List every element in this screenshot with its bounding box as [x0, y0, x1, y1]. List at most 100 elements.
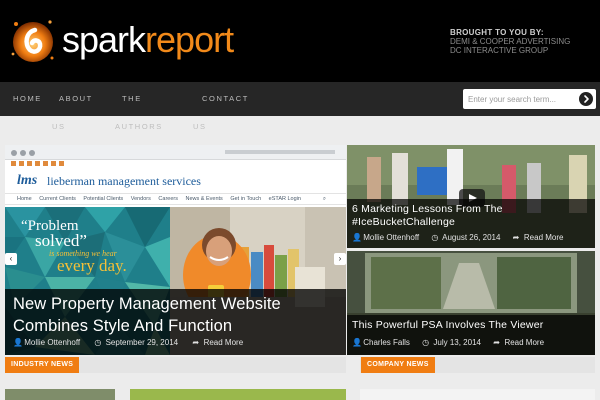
read-more-link[interactable]: ➦ Read More [192, 338, 243, 347]
side-post-1-date: August 26, 2014 [442, 233, 501, 242]
clock-icon: ◷ [431, 233, 439, 242]
site-header: sparkreport BROUGHT TO YOU BY: DEMI & CO… [0, 0, 600, 82]
featured-author: Mollie Ottenhoff [24, 338, 81, 347]
search-submit-button[interactable] [579, 92, 593, 106]
screenshot-menu-item: Potential Clients [83, 196, 124, 202]
author-meta[interactable]: 👤 Charles Falls [352, 338, 410, 347]
social-icon [11, 161, 16, 166]
nav-contact-label-1: CONTACT [202, 94, 249, 103]
chevron-right-icon [584, 95, 589, 103]
date-meta: ◷ September 29, 2014 [94, 338, 178, 347]
side-post-1-title-line-2: #IceBucketChallenge [352, 216, 456, 228]
nav-item-the-authors[interactable]: THE AUTHORS [115, 94, 182, 131]
screenshot-menu-item: Home [17, 196, 32, 202]
nav-item-home[interactable]: HOME [13, 94, 42, 103]
social-icon [43, 161, 48, 166]
screenshot-menu-item: Vendors [130, 196, 151, 202]
hero-quote-line-4: every day. [57, 256, 127, 275]
featured-read-more: Read More [203, 338, 244, 347]
side-post-1-title-line-1: 6 Marketing Lessons From The [352, 203, 503, 215]
sponsor-heading: BROUGHT TO YOU BY: [450, 28, 544, 37]
featured-title-line-1: New Property Management Website [13, 295, 281, 313]
clock-icon: ◷ [422, 338, 430, 347]
nav-about-label-2: US [52, 122, 66, 131]
screenshot-menu-item: Careers [158, 196, 178, 202]
search-box [463, 89, 596, 109]
logo-spark-text: spark [62, 19, 146, 60]
site-logo-wordmark[interactable]: sparkreport [62, 19, 234, 60]
screenshot-menu-item: News & Events [185, 196, 223, 202]
user-icon: 👤 [13, 338, 23, 347]
featured-title-link[interactable]: New Property Management Website Combines… [13, 293, 338, 337]
featured-meta: 👤 Mollie Ottenhoff ◷ September 29, 2014 … [13, 338, 243, 348]
industry-news-thumbnail[interactable] [5, 389, 115, 400]
logo-report-text: report [145, 19, 234, 60]
screenshot-top-bar [5, 145, 346, 160]
side-post-1[interactable]: 6 Marketing Lessons From The #IceBucketC… [347, 145, 595, 248]
author-meta[interactable]: 👤 Mollie Ottenhoff [352, 233, 419, 242]
author-meta[interactable]: 👤 Mollie Ottenhoff [13, 338, 80, 347]
date-meta: ◷ July 13, 2014 [422, 338, 481, 347]
side-post-2-date: July 13, 2014 [433, 338, 481, 347]
side-post-1-meta: 👤 Mollie Ottenhoff ◷ August 26, 2014 ➦ R… [352, 233, 563, 243]
read-more-link[interactable]: ➦ Read More [513, 233, 564, 242]
company-news-thumbnail[interactable] [360, 389, 595, 400]
search-icon: ⌕ [322, 196, 326, 202]
social-icons-row [11, 161, 81, 167]
side-post-2-author: Charles Falls [363, 338, 410, 347]
read-more-link[interactable]: ➦ Read More [493, 338, 544, 347]
share-arrow-icon: ➦ [192, 338, 200, 347]
nav-home-label: HOME [13, 94, 42, 103]
featured-date: September 29, 2014 [105, 338, 179, 347]
side-post-1-author: Mollie Ottenhoff [363, 233, 420, 242]
nav-authors-label-2: AUTHORS [115, 122, 163, 131]
social-icon [51, 161, 56, 166]
screenshot-menu-item: eSTAR Login [268, 196, 301, 202]
window-dot-icon [11, 150, 17, 156]
user-icon: 👤 [352, 233, 362, 242]
search-input[interactable] [463, 89, 575, 109]
side-post-2-read-more: Read More [504, 338, 545, 347]
screenshot-menu-item: Current Clients [39, 196, 76, 202]
side-post-2[interactable]: This Powerful PSA Involves The Viewer 👤 … [347, 251, 595, 355]
nav-item-contact-us[interactable]: CONTACT US [193, 94, 252, 131]
side-post-2-meta: 👤 Charles Falls ◷ July 13, 2014 ➦ Read M… [352, 338, 544, 348]
side-post-2-title[interactable]: This Powerful PSA Involves The Viewer [352, 319, 590, 332]
industry-news-thumbnail[interactable] [130, 389, 346, 400]
user-icon: 👤 [352, 338, 362, 347]
screenshot-menu-item: Get in Touch [230, 196, 262, 202]
date-meta: ◷ August 26, 2014 [431, 233, 500, 242]
sponsor-line-2: DC INTERACTIVE GROUP [450, 46, 549, 55]
social-icon [19, 161, 24, 166]
industry-news-tab[interactable]: INDUSTRY NEWS [5, 357, 80, 373]
sponsor-line-1: DEMI & COOPER ADVERTISING [450, 37, 571, 46]
side-post-1-read-more: Read More [523, 233, 564, 242]
company-news-tab[interactable]: COMPANY NEWS [361, 357, 435, 373]
window-dot-icon [20, 150, 26, 156]
side-post-1-title[interactable]: 6 Marketing Lessons From The #IceBucketC… [352, 203, 590, 229]
nav-about-label-1: ABOUT [59, 94, 93, 103]
social-icon [27, 161, 32, 166]
lms-logo-text: lms [17, 173, 38, 188]
lms-company-name: lieberman management services [47, 174, 201, 188]
hero-quote-line-2: solved” [35, 231, 87, 250]
slider-prev-arrow-icon[interactable]: ‹ [5, 253, 17, 265]
side-post-2-caption: This Powerful PSA Involves The Viewer [347, 315, 595, 355]
slider-next-arrow-icon[interactable]: › [334, 253, 346, 265]
social-icon [59, 161, 64, 166]
nav-contact-label-2: US [193, 122, 207, 131]
screenshot-top-links [225, 150, 335, 154]
nav-item-about-us[interactable]: ABOUT US [52, 94, 99, 131]
featured-title-line-2: Combines Style And Function [13, 317, 233, 335]
social-icon [35, 161, 40, 166]
clock-icon: ◷ [94, 338, 102, 347]
hero-quote: “Problem solved” is something we hear ev… [21, 219, 161, 275]
screenshot-menu: Home Current Clients Potential Clients V… [5, 193, 346, 205]
sponsor-block: BROUGHT TO YOU BY: DEMI & COOPER ADVERTI… [450, 28, 590, 55]
window-dot-icon [29, 150, 35, 156]
spark-logo-icon[interactable] [8, 14, 58, 66]
featured-slider[interactable]: lms lieberman management services Home C… [5, 145, 346, 355]
share-arrow-icon: ➦ [512, 233, 520, 242]
share-arrow-icon: ➦ [493, 338, 500, 347]
nav-authors-label-1: THE [122, 94, 142, 103]
